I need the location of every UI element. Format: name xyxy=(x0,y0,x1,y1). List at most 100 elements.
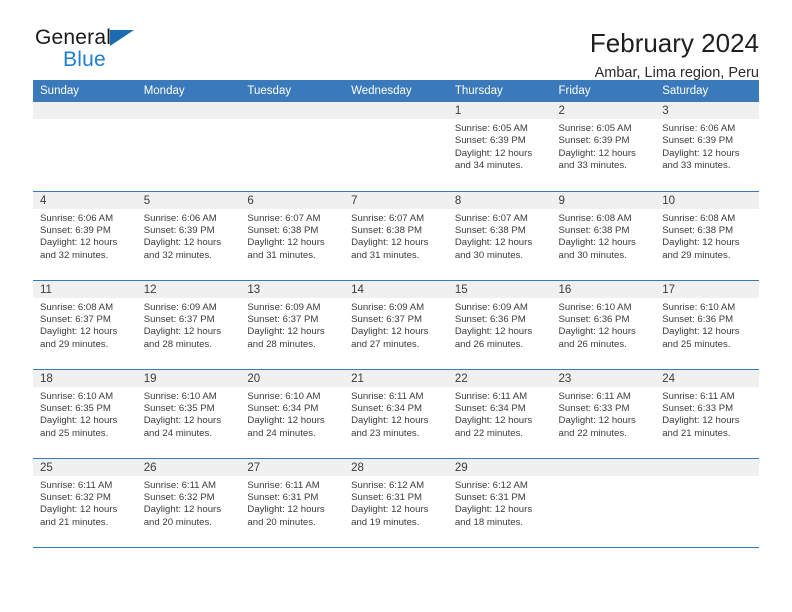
day-cell-empty xyxy=(240,102,345,192)
day-cell[interactable]: 20 Sunrise: 6:10 AM Sunset: 6:34 PM Dayligh… xyxy=(240,369,345,459)
sunset-text: Sunset: 6:38 PM xyxy=(662,224,734,236)
sunset-text: Sunset: 6:31 PM xyxy=(351,491,423,503)
sunrise-text: Sunrise: 6:11 AM xyxy=(143,479,217,491)
daylight-text: Daylight: 12 hours and 33 minutes. xyxy=(558,147,636,172)
day-cell[interactable]: 29 Sunrise: 6:12 AM Sunset: 6:31 PM Dayligh… xyxy=(447,458,552,548)
day-cell[interactable]: 11 Sunrise: 6:08 AM Sunset: 6:37 PM Dayligh… xyxy=(33,280,137,370)
day-cell[interactable]: 18 Sunrise: 6:10 AM Sunset: 6:35 PM Dayligh… xyxy=(33,369,137,459)
daylight-text: Daylight: 12 hours and 21 minutes. xyxy=(40,504,118,528)
day-number: 29 xyxy=(447,458,552,476)
day-cell[interactable]: 9 Sunrise: 6:08 AM Sunset: 6:38 PM Daylight… xyxy=(551,191,656,281)
sunset-text: Sunset: 6:39 PM xyxy=(40,224,111,236)
day-cell[interactable]: 28 Sunrise: 6:12 AM Sunset: 6:31 PM Dayligh… xyxy=(344,458,448,548)
day-number: 11 xyxy=(33,280,137,298)
sunrise-text: Sunrise: 6:08 AM xyxy=(662,212,736,224)
sunset-text: Sunset: 6:31 PM xyxy=(247,491,319,503)
sunset-text: Sunset: 6:36 PM xyxy=(662,313,734,325)
day-cell[interactable]: 3 Sunrise: 6:06 AM Sunset: 6:39 PM Daylight… xyxy=(655,102,759,192)
daylight-text: Daylight: 12 hours and 18 minutes. xyxy=(454,504,533,528)
day-number xyxy=(344,102,448,119)
day-cell[interactable]: 7 Sunrise: 6:07 AM Sunset: 6:38 PM Daylight… xyxy=(344,191,448,281)
day-sun-info: Sunrise: 6:09 AM Sunset: 6:37 PM Daylight:… xyxy=(240,298,344,352)
daylight-text: Daylight: 12 hours and 31 minutes. xyxy=(351,237,429,261)
day-sun-info: Sunrise: 6:11 AM Sunset: 6:31 PM Daylight:… xyxy=(240,476,344,530)
day-cell[interactable]: 4 Sunrise: 6:06 AM Sunset: 6:39 PM Daylight… xyxy=(33,191,137,281)
daylight-text: Daylight: 12 hours and 24 minutes. xyxy=(247,415,325,439)
sunset-text: Sunset: 6:38 PM xyxy=(351,224,423,236)
sunset-text: Sunset: 6:34 PM xyxy=(454,402,526,414)
sunrise-text: Sunrise: 6:07 AM xyxy=(247,212,321,224)
day-cell[interactable]: 26 Sunrise: 6:11 AM Sunset: 6:32 PM Dayligh… xyxy=(136,458,241,548)
day-number: 15 xyxy=(447,280,552,298)
day-number: 4 xyxy=(33,191,137,209)
day-cell[interactable]: 6 Sunrise: 6:07 AM Sunset: 6:38 PM Daylight… xyxy=(240,191,345,281)
day-cell[interactable]: 1 Sunrise: 6:05 AM Sunset: 6:39 PM Daylight… xyxy=(447,102,552,192)
day-cell[interactable]: 5 Sunrise: 6:06 AM Sunset: 6:39 PM Daylight… xyxy=(136,191,241,281)
day-number: 12 xyxy=(136,280,241,298)
day-sun-info: Sunrise: 6:11 AM Sunset: 6:33 PM Daylight:… xyxy=(655,387,759,441)
sunrise-text: Sunrise: 6:10 AM xyxy=(662,301,736,313)
day-sun-info: Sunrise: 6:10 AM Sunset: 6:35 PM Daylight:… xyxy=(33,387,137,441)
day-cell[interactable]: 24 Sunrise: 6:11 AM Sunset: 6:33 PM Dayligh… xyxy=(655,369,759,459)
sunrise-text: Sunrise: 6:12 AM xyxy=(351,479,425,491)
title-block: February 2024 Ambar, Lima region, Peru xyxy=(590,27,759,83)
sunset-text: Sunset: 6:36 PM xyxy=(454,313,526,325)
day-sun-info: Sunrise: 6:08 AM Sunset: 6:38 PM Daylight:… xyxy=(552,209,656,263)
day-number: 13 xyxy=(240,280,345,298)
day-number: 5 xyxy=(136,191,241,209)
sunset-text: Sunset: 6:32 PM xyxy=(143,491,215,503)
sunset-text: Sunset: 6:37 PM xyxy=(247,313,319,325)
sunset-text: Sunset: 6:35 PM xyxy=(40,402,111,414)
day-cell[interactable]: 14 Sunrise: 6:09 AM Sunset: 6:37 PM Dayligh… xyxy=(344,280,448,370)
weekday-header-friday: Friday xyxy=(551,80,656,102)
sunset-text: Sunset: 6:38 PM xyxy=(454,224,526,236)
day-number xyxy=(240,102,345,119)
day-sun-info: Sunrise: 6:07 AM Sunset: 6:38 PM Daylight:… xyxy=(344,209,448,263)
day-number: 22 xyxy=(447,369,552,387)
sunset-text: Sunset: 6:31 PM xyxy=(454,491,526,503)
day-cell[interactable]: 27 Sunrise: 6:11 AM Sunset: 6:31 PM Dayligh… xyxy=(240,458,345,548)
day-cell[interactable]: 21 Sunrise: 6:11 AM Sunset: 6:34 PM Dayligh… xyxy=(344,369,448,459)
day-cell-empty xyxy=(655,458,759,548)
day-number xyxy=(551,458,656,476)
day-number xyxy=(136,102,241,119)
weekday-header-row: Sunday Monday Tuesday Wednesday Thursday… xyxy=(33,80,759,102)
daylight-text: Daylight: 12 hours and 30 minutes. xyxy=(454,237,533,261)
day-cell-empty xyxy=(551,458,656,548)
day-cell[interactable]: 25 Sunrise: 6:11 AM Sunset: 6:32 PM Dayligh… xyxy=(33,458,137,548)
weekday-header-sunday: Sunday xyxy=(33,80,137,102)
day-sun-info: Sunrise: 6:10 AM Sunset: 6:34 PM Daylight:… xyxy=(240,387,344,441)
sunset-text: Sunset: 6:35 PM xyxy=(143,402,215,414)
logo-text-general: General xyxy=(35,26,112,49)
day-cell[interactable]: 23 Sunrise: 6:11 AM Sunset: 6:33 PM Dayligh… xyxy=(551,369,656,459)
day-cell[interactable]: 16 Sunrise: 6:10 AM Sunset: 6:36 PM Dayligh… xyxy=(551,280,656,370)
sunrise-text: Sunrise: 6:10 AM xyxy=(558,301,632,313)
day-cell[interactable]: 15 Sunrise: 6:09 AM Sunset: 6:36 PM Dayligh… xyxy=(447,280,552,370)
day-cell[interactable]: 13 Sunrise: 6:09 AM Sunset: 6:37 PM Dayligh… xyxy=(240,280,345,370)
generalblue-logo[interactable]: General Blue xyxy=(33,27,155,75)
day-cell[interactable]: 12 Sunrise: 6:09 AM Sunset: 6:37 PM Dayligh… xyxy=(136,280,241,370)
day-sun-info: Sunrise: 6:05 AM Sunset: 6:39 PM Daylight:… xyxy=(448,119,552,173)
sunrise-text: Sunrise: 6:05 AM xyxy=(454,123,528,134)
sunset-text: Sunset: 6:34 PM xyxy=(247,402,319,414)
daylight-text: Daylight: 12 hours and 26 minutes. xyxy=(454,326,533,350)
day-cell[interactable]: 8 Sunrise: 6:07 AM Sunset: 6:38 PM Daylight… xyxy=(447,191,552,281)
sunrise-text: Sunrise: 6:09 AM xyxy=(143,301,217,313)
day-cell[interactable]: 22 Sunrise: 6:11 AM Sunset: 6:34 PM Dayligh… xyxy=(447,369,552,459)
sunset-text: Sunset: 6:39 PM xyxy=(558,135,630,147)
day-number: 6 xyxy=(240,191,345,209)
day-cell[interactable]: 19 Sunrise: 6:10 AM Sunset: 6:35 PM Dayligh… xyxy=(136,369,241,459)
daylight-text: Daylight: 12 hours and 32 minutes. xyxy=(143,237,222,261)
day-cell[interactable]: 2 Sunrise: 6:05 AM Sunset: 6:39 PM Daylight… xyxy=(551,102,656,192)
daylight-text: Daylight: 12 hours and 32 minutes. xyxy=(40,237,118,261)
sunrise-text: Sunrise: 6:09 AM xyxy=(454,301,528,313)
weekday-header-monday: Monday xyxy=(136,80,241,102)
day-cell[interactable]: 17 Sunrise: 6:10 AM Sunset: 6:36 PM Dayligh… xyxy=(655,280,759,370)
day-number: 16 xyxy=(551,280,656,298)
calendar-body: 1 Sunrise: 6:05 AM Sunset: 6:39 PM Daylight… xyxy=(33,102,759,548)
daylight-text: Daylight: 12 hours and 33 minutes. xyxy=(662,147,740,172)
day-number: 18 xyxy=(33,369,137,387)
daylight-text: Daylight: 12 hours and 20 minutes. xyxy=(143,504,222,528)
day-cell[interactable]: 10 Sunrise: 6:08 AM Sunset: 6:38 PM Dayligh… xyxy=(655,191,759,281)
calendar-week-row: 4 Sunrise: 6:06 AM Sunset: 6:39 PM Daylight… xyxy=(33,191,759,281)
